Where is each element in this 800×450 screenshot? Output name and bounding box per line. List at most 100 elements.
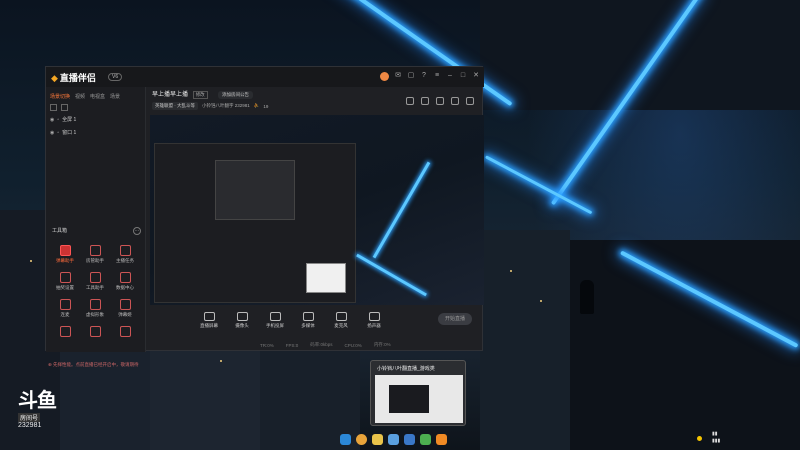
tool-anchor-tasks[interactable]: 主播任务: [110, 245, 140, 264]
room-icons: [406, 97, 474, 105]
lock-icon[interactable]: [421, 97, 429, 105]
tool-danmaku-assistant[interactable]: 弹幕助手: [50, 245, 80, 264]
status-tip: ⊕ 先择性能。点前直播已经开启中，敬请期待: [48, 362, 139, 367]
room-number: 232981: [18, 422, 42, 429]
tool-extra[interactable]: [80, 326, 110, 339]
status-item: FPS:0: [285, 342, 299, 348]
screen-icon[interactable]: [436, 97, 444, 105]
tool-danmaku-ji[interactable]: 弹幕姬: [110, 299, 140, 318]
source-item[interactable]: ◉ ▫ 窗口 1: [46, 126, 145, 139]
toolbox-grid: 弹幕助手 房管助手 主播任务 抽奖设置 工具助手 数据中心 连麦 虚拟形象 弹幕…: [50, 245, 144, 339]
add-scene-icon[interactable]: [50, 104, 57, 111]
minimize-icon[interactable]: –: [446, 72, 454, 80]
tool-data-center[interactable]: 数据中心: [110, 272, 140, 291]
clock[interactable]: ▮▮ ▮▮▮: [712, 431, 720, 445]
tool-room-manager[interactable]: 房管助手: [80, 245, 110, 264]
more-icon[interactable]: ⋯: [133, 227, 141, 235]
tool-icon: [119, 326, 131, 337]
bell-icon[interactable]: [451, 97, 459, 105]
source-label: 全屏 1: [62, 117, 77, 123]
tool-extra[interactable]: [110, 326, 140, 339]
speaker-icon: [368, 311, 380, 321]
version-badge[interactable]: V6: [108, 73, 123, 81]
screen-capture-button[interactable]: 直播屏幕: [194, 311, 224, 329]
window-light: [30, 260, 32, 262]
taskbar-window-preview[interactable]: 小铃铛八叶翻直播_游戏类: [370, 360, 466, 426]
tool-avatar[interactable]: 虚拟形象: [80, 299, 110, 318]
title-bar[interactable]: ◆ 直播伴侣 V6 ✉ ▢ ? ≡ – □ ✕: [46, 67, 484, 87]
eye-icon[interactable]: ◉: [50, 130, 54, 136]
person-silhouette: [580, 280, 594, 314]
tab-video[interactable]: 视频: [75, 93, 85, 100]
tool-lottery[interactable]: 抽奖设置: [50, 272, 80, 291]
bridge-structure: [570, 240, 800, 450]
capture-controls: 直播屏幕 摄像头 手机投屏 多媒体 麦克风 扬声器: [150, 307, 484, 333]
tool-connect-mic[interactable]: 连麦: [50, 299, 80, 318]
toolbox-title: 工具箱: [52, 228, 68, 234]
start-live-button[interactable]: 开始直播: [438, 313, 472, 325]
tool-helper[interactable]: 工具助手: [80, 272, 110, 291]
media-button[interactable]: 多媒体: [293, 311, 323, 329]
preview-thumbnail: [306, 263, 346, 293]
camera-icon: [236, 311, 248, 321]
help-icon[interactable]: ?: [420, 72, 428, 80]
stream-preview[interactable]: [150, 115, 484, 305]
tool-icon: [59, 326, 71, 337]
category-button[interactable]: 英雄联盟 · 大乱斗等: [152, 102, 198, 110]
app-icon[interactable]: [404, 433, 415, 445]
window-light: [220, 360, 222, 362]
tab-scene-switch[interactable]: 场景切换: [50, 93, 70, 100]
app-icon[interactable]: [436, 433, 447, 445]
data-icon: [119, 272, 131, 283]
nested-app-capture-inner: [215, 160, 295, 220]
status-item: 码率:0kbps: [310, 342, 333, 347]
camera-button[interactable]: 摄像头: [227, 311, 257, 329]
live-companion-icon[interactable]: [388, 433, 399, 445]
speaker-button[interactable]: 扬声器: [359, 311, 389, 329]
room-title: 早上播早上播: [152, 92, 189, 98]
source-lock-icon[interactable]: ▫: [57, 117, 59, 123]
room-header: 早上播早上播 修改: [152, 89, 208, 99]
windows-start-icon[interactable]: [340, 433, 351, 445]
danmaku-icon: [59, 245, 71, 256]
status-item: CPU:0%: [344, 342, 362, 348]
lottery-icon: [59, 272, 71, 283]
maximize-icon[interactable]: □: [459, 72, 467, 80]
source-lock-icon[interactable]: ▫: [57, 130, 59, 136]
stream-overlay-logo: 斗鱼 房间号 232981: [18, 384, 57, 429]
tool-icon: [89, 326, 101, 337]
edit-title-button[interactable]: 修改: [192, 91, 208, 99]
eye-icon[interactable]: ◉: [50, 117, 54, 123]
tool-extra[interactable]: [50, 326, 80, 339]
building: [480, 230, 570, 450]
app-icon[interactable]: [420, 433, 431, 445]
tab-tvbox[interactable]: 电视盒: [90, 93, 105, 100]
scene-tools: [46, 102, 145, 113]
app-window: ◆ 直播伴侣 V6 ✉ ▢ ? ≡ – □ ✕ 场景切换 视频 电视盒 场景 ◉ …: [45, 66, 484, 367]
tab-scene[interactable]: 场景: [110, 93, 120, 100]
folder-icon[interactable]: [372, 433, 383, 445]
left-panel: 场景切换 视频 电视盒 场景 ◉ ▫ 全屏 1 ◉ ▫ 窗口 1 工具箱 ⋯ 弹…: [46, 87, 146, 367]
chrome-icon[interactable]: [356, 433, 367, 445]
play-icon: [302, 311, 314, 321]
room-meta: 小铃铛八叶翻字 232981: [202, 103, 250, 108]
announcement-button[interactable]: 添加房间公告: [218, 91, 253, 99]
copy-scene-icon[interactable]: [61, 104, 68, 111]
manager-icon: [89, 245, 101, 256]
message-icon[interactable]: ▢: [407, 72, 415, 80]
source-item[interactable]: ◉ ▫ 全屏 1: [46, 113, 145, 126]
mic-link-icon: [59, 299, 71, 310]
phone-cast-button[interactable]: 手机投屏: [260, 311, 290, 329]
share-icon[interactable]: [466, 97, 474, 105]
douyu-logo: 斗鱼: [18, 390, 57, 412]
tray-icon[interactable]: [697, 436, 702, 441]
window-light: [540, 300, 542, 302]
microphone-button[interactable]: 麦克风: [326, 311, 356, 329]
avatar-icon[interactable]: [380, 72, 389, 81]
close-icon[interactable]: ✕: [472, 72, 480, 80]
mail-icon[interactable]: ✉: [394, 72, 402, 80]
menu-icon[interactable]: ≡: [433, 72, 441, 80]
preview-window-title: 小铃铛八叶翻直播_游戏类: [377, 366, 435, 372]
gift-icon[interactable]: [406, 97, 414, 105]
task-icon: [119, 245, 131, 256]
